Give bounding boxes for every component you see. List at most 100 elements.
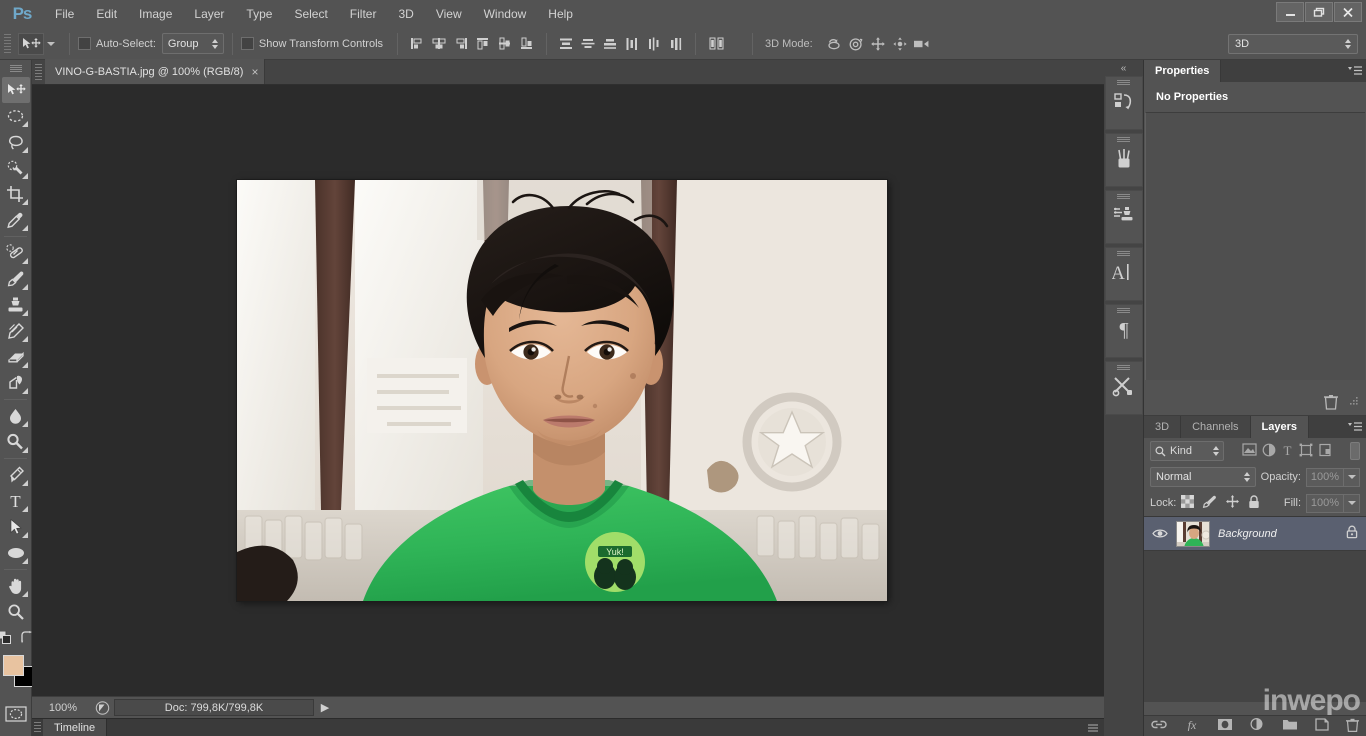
tab-layers[interactable]: Layers xyxy=(1251,416,1309,438)
tab-3d[interactable]: 3D xyxy=(1144,416,1181,438)
link-layers-icon[interactable] xyxy=(1151,719,1167,733)
dodge-tool[interactable] xyxy=(2,429,30,455)
new-layer-icon[interactable] xyxy=(1315,718,1329,734)
close-button[interactable] xyxy=(1334,2,1362,22)
menu-filter[interactable]: Filter xyxy=(339,0,388,28)
tool-preset-chevron-icon[interactable] xyxy=(47,42,55,46)
show-transform-controls-checkbox[interactable] xyxy=(241,37,254,50)
delete-icon[interactable] xyxy=(1324,394,1338,413)
filter-smartobject-icon[interactable] xyxy=(1318,443,1332,460)
foreground-color-swatch[interactable] xyxy=(3,655,24,676)
opacity-value[interactable]: 100% xyxy=(1306,468,1344,487)
options-bar-grip[interactable] xyxy=(4,34,11,54)
distribute-bottom-edges-icon[interactable] xyxy=(599,33,621,55)
brush-panel-icon[interactable] xyxy=(1105,133,1143,187)
align-left-edges-icon[interactable] xyxy=(406,33,428,55)
menu-image[interactable]: Image xyxy=(128,0,183,28)
filter-adjustment-icon[interactable] xyxy=(1262,443,1276,460)
tool-preset-picker[interactable] xyxy=(16,33,61,55)
properties-panel-menu-icon[interactable] xyxy=(1344,60,1366,82)
align-right-edges-icon[interactable] xyxy=(450,33,472,55)
menu-view[interactable]: View xyxy=(425,0,473,28)
filter-type-icon[interactable]: T xyxy=(1281,443,1294,460)
path-selection-tool[interactable] xyxy=(2,514,30,540)
align-bottom-edges-icon[interactable] xyxy=(516,33,538,55)
align-horizontal-centers-icon[interactable] xyxy=(428,33,450,55)
layer-thumbnail[interactable] xyxy=(1176,521,1210,547)
timeline-menu-icon[interactable] xyxy=(1082,719,1104,736)
menu-edit[interactable]: Edit xyxy=(85,0,128,28)
spot-healing-brush-tool[interactable] xyxy=(2,240,30,266)
character-panel-icon[interactable]: A xyxy=(1105,247,1143,301)
crop-tool[interactable] xyxy=(2,181,30,207)
document-tab-grip[interactable] xyxy=(35,64,42,80)
layer-filter-toggle[interactable] xyxy=(1350,442,1360,460)
tab-timeline[interactable]: Timeline xyxy=(43,719,107,736)
distribute-horizontal-centers-icon[interactable] xyxy=(643,33,665,55)
zoom-tool[interactable] xyxy=(2,599,30,625)
status-menu-arrow-icon[interactable]: ▶ xyxy=(314,701,336,714)
rotate-3d-icon[interactable] xyxy=(823,33,845,55)
restore-button[interactable] xyxy=(1305,2,1333,22)
auto-select-checkbox[interactable] xyxy=(78,37,91,50)
brush-tool[interactable] xyxy=(2,266,30,292)
gradient-tool[interactable] xyxy=(2,370,30,396)
zoom-level[interactable]: 100% xyxy=(32,702,90,714)
blur-tool[interactable] xyxy=(2,403,30,429)
type-tool[interactable]: T xyxy=(2,488,30,514)
document-thumbnail-icon[interactable] xyxy=(90,701,114,715)
delete-layer-icon[interactable] xyxy=(1346,718,1359,735)
workspace-select[interactable]: 3D xyxy=(1228,34,1358,54)
layer-filter-kind-select[interactable]: Kind xyxy=(1150,441,1224,461)
layer-name[interactable]: Background xyxy=(1218,528,1338,540)
paragraph-panel-icon[interactable]: ¶ xyxy=(1105,304,1143,358)
roll-3d-icon[interactable] xyxy=(845,33,867,55)
scale-3d-icon[interactable] xyxy=(911,33,933,55)
align-top-edges-icon[interactable] xyxy=(472,33,494,55)
menu-window[interactable]: Window xyxy=(473,0,538,28)
menu-layer[interactable]: Layer xyxy=(183,0,235,28)
menu-select[interactable]: Select xyxy=(283,0,338,28)
filter-shape-icon[interactable] xyxy=(1299,443,1313,460)
layer-style-fx-icon[interactable]: fx xyxy=(1184,718,1200,734)
layer-lock-icon[interactable] xyxy=(1346,525,1358,542)
fill-value[interactable]: 100% xyxy=(1306,494,1344,513)
add-layer-mask-icon[interactable] xyxy=(1217,718,1233,734)
clone-source-panel-icon[interactable] xyxy=(1105,190,1143,244)
eyedropper-tool[interactable] xyxy=(2,207,30,233)
tools-panel-grip[interactable] xyxy=(10,65,22,73)
tool-presets-panel-icon[interactable] xyxy=(1105,361,1143,415)
quick-mask-toggle[interactable] xyxy=(2,701,30,727)
opacity-chevron-icon[interactable] xyxy=(1344,468,1360,487)
slide-3d-icon[interactable] xyxy=(889,33,911,55)
document-tab[interactable]: VINO-G-BASTIA.jpg @ 100% (RGB/8) × xyxy=(45,59,265,84)
filter-pixel-icon[interactable] xyxy=(1242,443,1257,459)
shape-tool[interactable] xyxy=(2,540,30,566)
canvas-area[interactable]: Yuk! xyxy=(32,85,1104,696)
resize-grip-icon[interactable] xyxy=(1348,397,1358,410)
distribute-top-edges-icon[interactable] xyxy=(555,33,577,55)
lasso-tool[interactable] xyxy=(2,129,30,155)
lock-transparent-pixels-icon[interactable] xyxy=(1181,495,1194,511)
history-panel-icon[interactable] xyxy=(1105,76,1143,130)
image-canvas[interactable]: Yuk! xyxy=(237,180,887,601)
close-icon[interactable]: × xyxy=(251,66,258,78)
menu-help[interactable]: Help xyxy=(537,0,584,28)
move-tool[interactable] xyxy=(2,77,30,103)
auto-select-scope-select[interactable]: Group xyxy=(162,33,224,54)
menu-3d[interactable]: 3D xyxy=(387,0,424,28)
quick-selection-tool[interactable] xyxy=(2,155,30,181)
timeline-grip[interactable] xyxy=(34,722,41,733)
minimize-button[interactable] xyxy=(1276,2,1304,22)
table-row[interactable]: Background xyxy=(1144,517,1366,551)
pen-tool[interactable] xyxy=(2,462,30,488)
pan-3d-icon[interactable] xyxy=(867,33,889,55)
distribute-right-edges-icon[interactable] xyxy=(665,33,687,55)
clone-stamp-tool[interactable] xyxy=(2,292,30,318)
layer-visibility-icon[interactable] xyxy=(1152,528,1168,539)
lock-image-pixels-icon[interactable] xyxy=(1202,495,1217,512)
marquee-tool[interactable] xyxy=(2,103,30,129)
new-group-icon[interactable] xyxy=(1282,718,1298,734)
distribute-left-edges-icon[interactable] xyxy=(621,33,643,55)
tab-channels[interactable]: Channels xyxy=(1181,416,1250,438)
